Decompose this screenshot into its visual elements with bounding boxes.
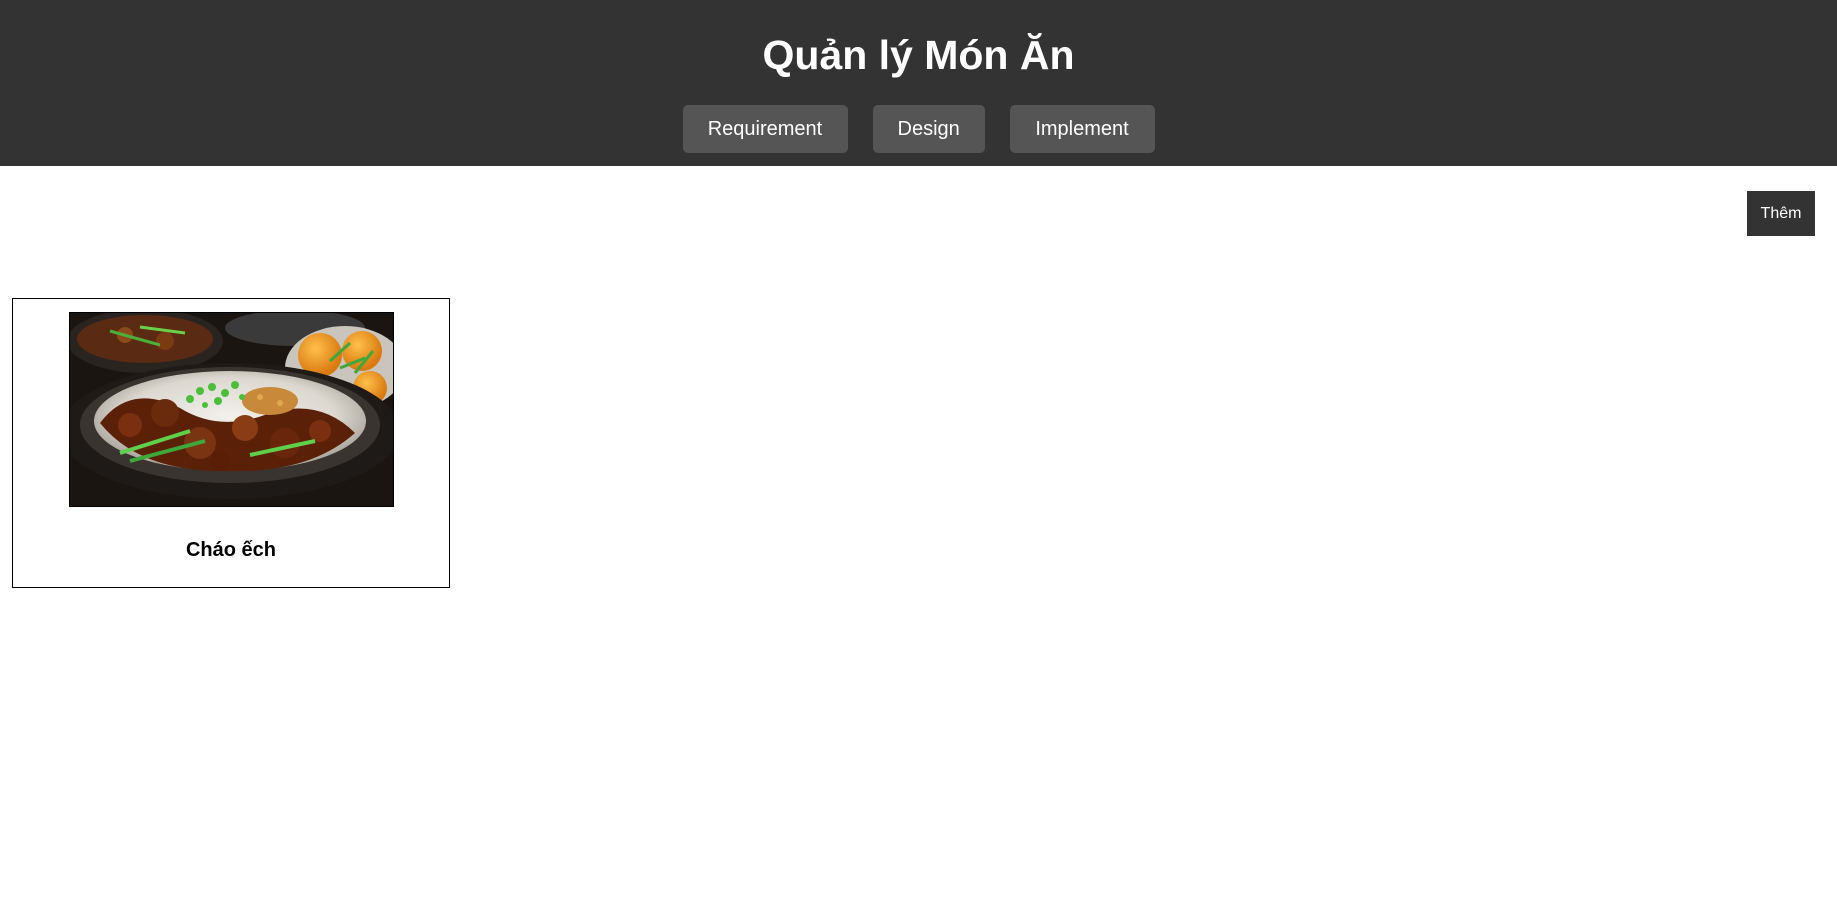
dish-name: Cháo ếch — [185, 539, 277, 561]
app-header: Quản lý Món Ăn Requirement Design Implem… — [0, 0, 1837, 166]
dish-card[interactable]: Cháo ếch — [12, 298, 450, 588]
nav-requirement-button[interactable]: Requirement — [682, 105, 848, 153]
nav-bar: Requirement Design Implement — [0, 105, 1837, 153]
nav-implement-button[interactable]: Implement — [1009, 105, 1155, 153]
add-dish-button[interactable]: Thêm — [1747, 191, 1815, 236]
dish-image — [69, 312, 394, 507]
nav-design-button[interactable]: Design — [872, 105, 985, 153]
page-title: Quản lý Món Ăn — [762, 32, 1075, 78]
